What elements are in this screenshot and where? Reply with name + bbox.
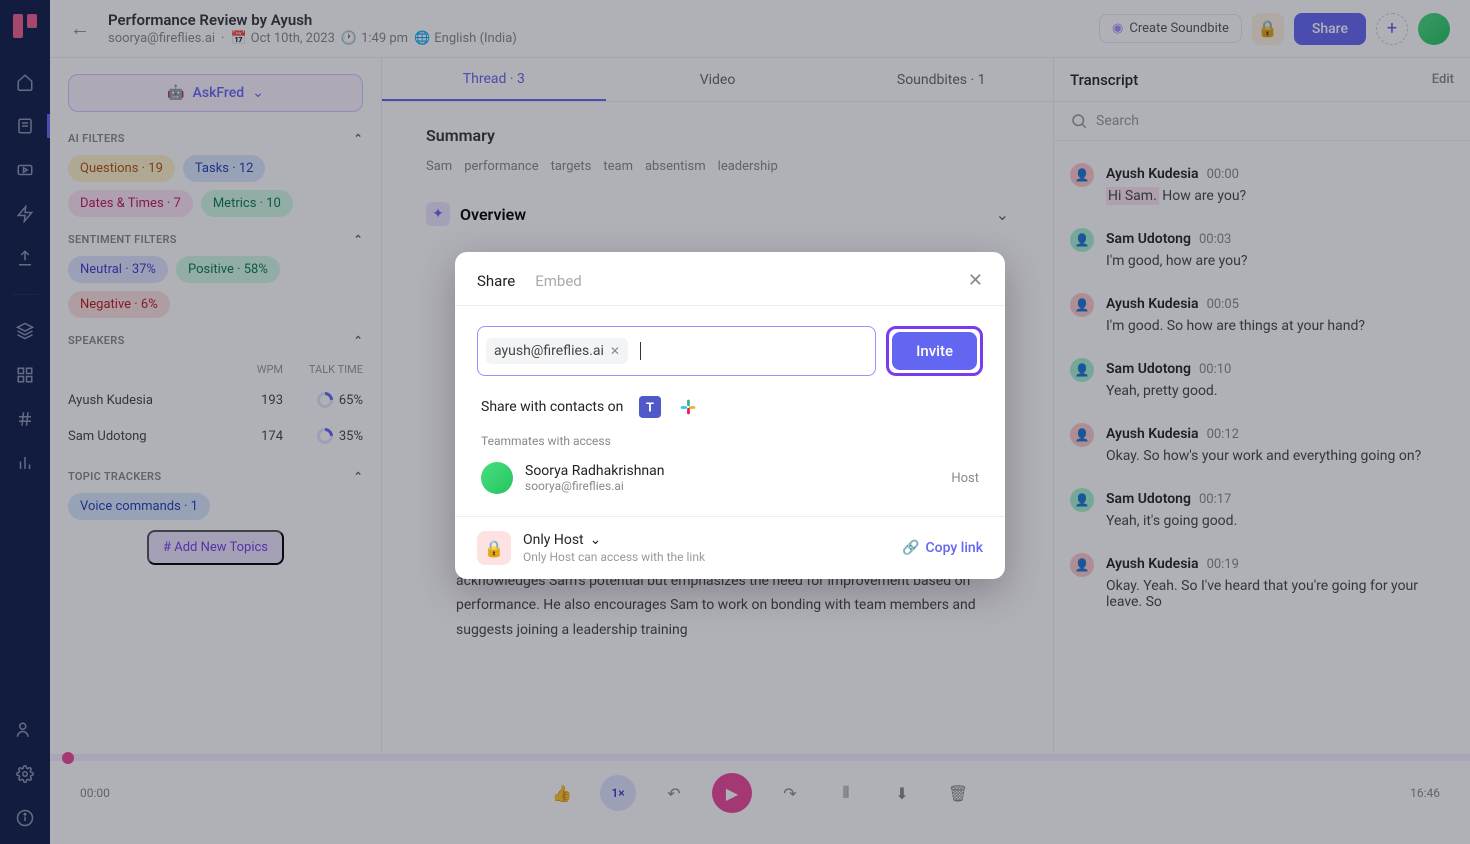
teammates-label: Teammates with access: [481, 434, 979, 448]
teammate-row: Soorya Radhakrishnan soorya@fireflies.ai…: [477, 454, 983, 502]
remove-token-icon[interactable]: ✕: [610, 344, 620, 358]
copy-link-button[interactable]: 🔗 Copy link: [902, 540, 983, 556]
invite-button[interactable]: Invite: [892, 332, 977, 370]
lock-icon: 🔒: [477, 531, 511, 565]
share-with-label: Share with contacts on: [481, 399, 623, 415]
permission-select[interactable]: Only Host ⌄: [523, 532, 705, 548]
teammate-name: Soorya Radhakrishnan: [525, 463, 664, 479]
teammate-role: Host: [951, 471, 979, 486]
close-icon[interactable]: ✕: [968, 270, 983, 291]
invite-email-field[interactable]: ayush@fireflies.ai✕: [477, 326, 876, 376]
permission-sub: Only Host can access with the link: [523, 550, 705, 564]
teammate-email: soorya@fireflies.ai: [525, 479, 664, 493]
modal-tab-embed[interactable]: Embed: [535, 272, 582, 290]
svg-text:T: T: [646, 401, 654, 416]
teams-icon[interactable]: T: [639, 396, 661, 418]
modal-tab-share[interactable]: Share: [477, 272, 515, 290]
email-token[interactable]: ayush@fireflies.ai✕: [486, 338, 628, 364]
slack-icon[interactable]: [677, 396, 699, 418]
teammate-avatar: [481, 462, 513, 494]
share-modal: Share Embed ✕ ayush@fireflies.ai✕ Invite…: [455, 252, 1005, 579]
